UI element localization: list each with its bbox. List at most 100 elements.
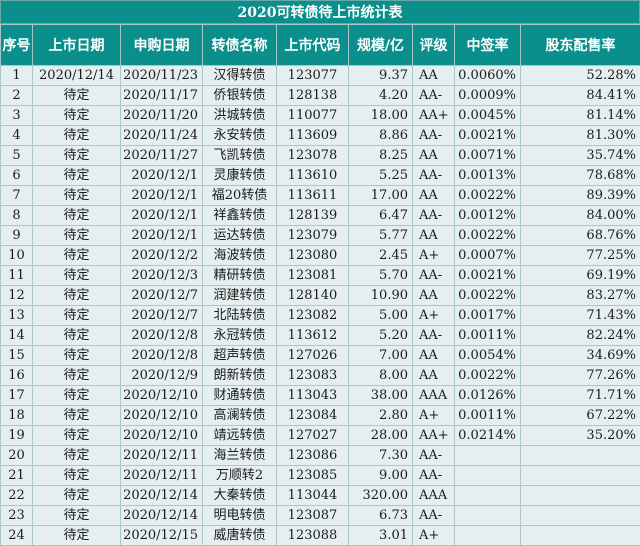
cell-listing-date: 待定	[33, 126, 121, 146]
cell-bond-name: 威唐转债	[203, 526, 277, 546]
cell-scale: 6.73	[349, 506, 413, 526]
cell-shareholder-rate: 71.71%	[521, 386, 640, 406]
cell-index: 5	[1, 146, 33, 166]
table-row: 10待定2020/12/2海波转债1230802.45A+0.0007%77.2…	[1, 246, 640, 266]
cell-index: 19	[1, 426, 33, 446]
cell-rating: AA-	[413, 206, 455, 226]
cell-rating: AA+	[413, 106, 455, 126]
cell-scale: 17.00	[349, 186, 413, 206]
cell-listing-date: 待定	[33, 506, 121, 526]
table-row: 3待定2020/11/20洪城转债11007718.00AA+0.0045%81…	[1, 106, 640, 126]
cell-bond-name: 大秦转债	[203, 486, 277, 506]
table-row: 21待定2020/12/11万顺转21230859.00AA-	[1, 466, 640, 486]
table-row: 22待定2020/12/14大秦转债113044320.00AAA	[1, 486, 640, 506]
table-row: 5待定2020/11/27飞凯转债1230788.25AA0.0071%35.7…	[1, 146, 640, 166]
cell-bond-name: 明电转债	[203, 506, 277, 526]
cell-subscription-date: 2020/12/11	[121, 466, 203, 486]
cell-shareholder-rate: 35.74%	[521, 146, 640, 166]
header-shareholder-rate: 股东配售率	[521, 25, 640, 66]
cell-bond-name: 财通转债	[203, 386, 277, 406]
cell-subscription-date: 2020/12/1	[121, 166, 203, 186]
cell-index: 6	[1, 166, 33, 186]
cell-shareholder-rate	[521, 466, 640, 486]
cell-shareholder-rate: 89.39%	[521, 186, 640, 206]
table-row: 7待定2020/12/1福20转债11361117.00AA0.0022%89.…	[1, 186, 640, 206]
cell-subscription-date: 2020/12/15	[121, 526, 203, 546]
cell-bond-name: 海兰转债	[203, 446, 277, 466]
cell-rating: A+	[413, 306, 455, 326]
cell-rating: AA-	[413, 166, 455, 186]
cell-listing-date: 待定	[33, 326, 121, 346]
cell-bond-name: 润建转债	[203, 286, 277, 306]
cell-shareholder-rate: 35.20%	[521, 426, 640, 446]
cell-index: 7	[1, 186, 33, 206]
cell-listing-code: 113044	[277, 486, 349, 506]
cell-listing-code: 113612	[277, 326, 349, 346]
cell-listing-code: 113611	[277, 186, 349, 206]
cell-index: 11	[1, 266, 33, 286]
cell-scale: 8.86	[349, 126, 413, 146]
cell-listing-code: 128138	[277, 86, 349, 106]
cell-win-rate: 0.0017%	[455, 306, 521, 326]
cell-listing-date: 待定	[33, 206, 121, 226]
table-row: 20待定2020/12/11海兰转债1230867.30AA-	[1, 446, 640, 466]
cell-scale: 18.00	[349, 106, 413, 126]
cell-scale: 38.00	[349, 386, 413, 406]
cell-rating: AA	[413, 226, 455, 246]
header-index: 序号	[1, 25, 33, 66]
header-subscription-date: 申购日期	[121, 25, 203, 66]
cell-subscription-date: 2020/12/1	[121, 186, 203, 206]
cell-scale: 7.00	[349, 346, 413, 366]
table-row: 9待定2020/12/1运达转债1230795.77AA0.0022%68.76…	[1, 226, 640, 246]
cell-win-rate	[455, 486, 521, 506]
cell-listing-code: 128139	[277, 206, 349, 226]
cell-listing-code: 123078	[277, 146, 349, 166]
cell-listing-date: 待定	[33, 86, 121, 106]
cell-listing-date: 待定	[33, 226, 121, 246]
cell-win-rate: 0.0045%	[455, 106, 521, 126]
cell-scale: 320.00	[349, 486, 413, 506]
cell-win-rate: 0.0013%	[455, 166, 521, 186]
table-row: 15待定2020/12/8超声转债1270267.00AA0.0054%34.6…	[1, 346, 640, 366]
cell-bond-name: 永冠转债	[203, 326, 277, 346]
cell-listing-code: 123079	[277, 226, 349, 246]
cell-listing-date: 待定	[33, 386, 121, 406]
cell-win-rate: 0.0007%	[455, 246, 521, 266]
cell-listing-date: 待定	[33, 526, 121, 546]
cell-listing-date: 待定	[33, 286, 121, 306]
cell-rating: AA-	[413, 446, 455, 466]
table-row: 4待定2020/11/24永安转债1136098.86AA-0.0021%81.…	[1, 126, 640, 146]
table-row: 18待定2020/12/10高澜转债1230842.80A+0.0011%67.…	[1, 406, 640, 426]
cell-index: 14	[1, 326, 33, 346]
cell-win-rate: 0.0009%	[455, 86, 521, 106]
cell-listing-code: 127026	[277, 346, 349, 366]
bond-table: 序号 上市日期 申购日期 转债名称 上市代码 规模/亿 评级 中签率 股东配售率…	[0, 24, 640, 546]
cell-win-rate	[455, 506, 521, 526]
cell-shareholder-rate	[521, 486, 640, 506]
cell-listing-date: 待定	[33, 186, 121, 206]
cell-subscription-date: 2020/11/27	[121, 146, 203, 166]
table-title: 2020可转债待上市统计表	[0, 0, 640, 24]
cell-listing-date: 待定	[33, 406, 121, 426]
cell-rating: A+	[413, 526, 455, 546]
cell-bond-name: 福20转债	[203, 186, 277, 206]
cell-listing-code: 127027	[277, 426, 349, 446]
cell-listing-date: 待定	[33, 366, 121, 386]
cell-shareholder-rate: 69.19%	[521, 266, 640, 286]
table-row: 12020/12/142020/11/23汉得转债1230779.37AA0.0…	[1, 66, 640, 86]
cell-subscription-date: 2020/12/10	[121, 406, 203, 426]
table-header: 序号 上市日期 申购日期 转债名称 上市代码 规模/亿 评级 中签率 股东配售率	[1, 25, 640, 66]
cell-scale: 5.70	[349, 266, 413, 286]
cell-subscription-date: 2020/11/24	[121, 126, 203, 146]
table-row: 11待定2020/12/3精研转债1230815.70AA-0.0021%69.…	[1, 266, 640, 286]
cell-win-rate: 0.0022%	[455, 366, 521, 386]
cell-subscription-date: 2020/11/17	[121, 86, 203, 106]
cell-bond-name: 永安转债	[203, 126, 277, 146]
cell-win-rate: 0.0022%	[455, 286, 521, 306]
cell-subscription-date: 2020/12/1	[121, 206, 203, 226]
cell-bond-name: 靖远转债	[203, 426, 277, 446]
cell-listing-date: 待定	[33, 306, 121, 326]
cell-listing-code: 110077	[277, 106, 349, 126]
cell-win-rate: 0.0021%	[455, 266, 521, 286]
cell-rating: AA+	[413, 426, 455, 446]
